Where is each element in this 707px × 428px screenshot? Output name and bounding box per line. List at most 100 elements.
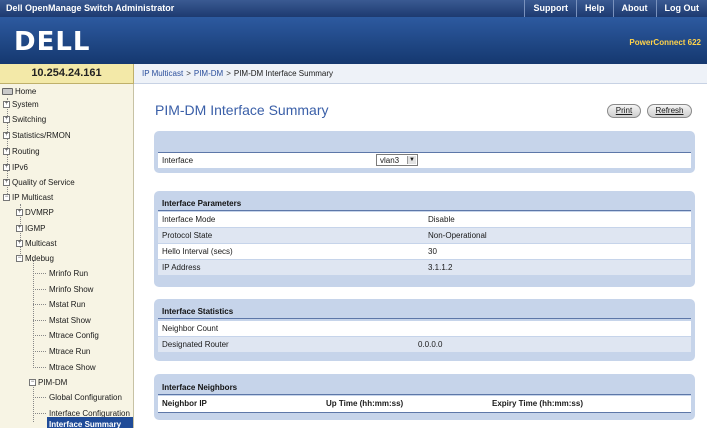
- sidebar-item-home[interactable]: Home: [2, 84, 36, 98]
- interface-parameters-panel: Interface Parameters Interface Mode Disa…: [154, 191, 695, 287]
- sidebar-label: Mtrace Config: [49, 330, 99, 340]
- print-button[interactable]: Print: [607, 104, 641, 118]
- interface-label: Interface: [162, 156, 194, 165]
- sidebar-label: Mstat Show: [49, 315, 91, 325]
- sidebar-item-interface-summary[interactable]: Interface Summary: [47, 417, 133, 428]
- tree-line: [33, 320, 46, 321]
- sidebar-label: Quality of Service: [12, 177, 75, 187]
- refresh-button[interactable]: Refresh: [647, 104, 692, 118]
- dell-logo: DELL: [14, 27, 91, 57]
- sidebar-label: DVMRP: [25, 207, 54, 217]
- device-address: 10.254.24.161: [0, 64, 134, 84]
- interface-select[interactable]: vlan3 ▼: [376, 154, 418, 166]
- expand-icon: +: [3, 115, 10, 123]
- collapse-icon: −: [29, 378, 36, 386]
- sidebar-item-switching[interactable]: + Switching: [3, 112, 46, 126]
- expand-icon: +: [3, 178, 10, 186]
- product-model: PowerConnect 622: [629, 38, 701, 47]
- sidebar-label: Mtrace Show: [49, 362, 96, 372]
- sidebar-item-mdebug[interactable]: − Mdebug: [16, 251, 54, 265]
- breadcrumb: IP Multicast > PIM-DM > PIM-DM Interface Sum…: [134, 64, 707, 84]
- tree-line: [33, 273, 46, 274]
- panel-heading: Interface Neighbors: [162, 383, 238, 392]
- panel-rule: [158, 318, 691, 319]
- interface-neighbors-panel: Interface Neighbors Neighbor IP Up Time …: [154, 374, 695, 420]
- sidebar-item-igmp[interactable]: + IGMP: [16, 221, 45, 235]
- table-row: IP Address 3.1.1.2: [158, 260, 691, 275]
- collapse-icon: −: [3, 193, 10, 201]
- row-label: Hello Interval (secs): [162, 247, 233, 256]
- page-title: PIM-DM Interface Summary: [155, 102, 329, 118]
- sidebar-item-mstat-run[interactable]: Mstat Run: [49, 297, 85, 311]
- expand-icon: +: [3, 131, 10, 139]
- panel-rule: [158, 394, 691, 395]
- sidebar-item-dvmrp[interactable]: + DVMRP: [16, 205, 54, 219]
- expand-icon: +: [16, 208, 23, 216]
- sidebar-item-global-configuration[interactable]: Global Configuration: [49, 390, 122, 404]
- row-label: Neighbor Count: [162, 324, 219, 333]
- sidebar-label: System: [12, 99, 39, 109]
- tree-line: [33, 397, 46, 398]
- sidebar-item-mtrace-run[interactable]: Mtrace Run: [49, 344, 90, 358]
- sidebar-item-mtrace-config[interactable]: Mtrace Config: [49, 328, 99, 342]
- tree-line: [33, 351, 46, 352]
- interface-select-value: vlan3: [380, 156, 400, 165]
- sidebar-item-system[interactable]: + System: [3, 97, 39, 111]
- sidebar-label: Statistics/RMON: [12, 130, 71, 140]
- interface-row: Interface vlan3 ▼: [158, 153, 691, 168]
- interface-statistics-panel: Interface Statistics Neighbor Count Desi…: [154, 299, 695, 361]
- row-value: 3.1.1.2: [428, 263, 453, 272]
- support-link[interactable]: Support: [524, 0, 576, 17]
- row-value: 30: [428, 247, 437, 256]
- chevron-down-icon: ▼: [407, 156, 416, 164]
- help-link[interactable]: Help: [575, 0, 613, 17]
- home-icon: [2, 87, 13, 95]
- tree-line: [33, 289, 46, 290]
- about-link[interactable]: About: [612, 0, 656, 17]
- row-value: Non-Operational: [428, 231, 487, 240]
- sidebar-item-qos[interactable]: + Quality of Service: [3, 175, 75, 189]
- breadcrumb-current: PIM-DM Interface Summary: [233, 69, 334, 78]
- collapse-icon: −: [16, 254, 23, 262]
- sidebar-item-ip-multicast[interactable]: − IP Multicast: [3, 190, 53, 204]
- sidebar-item-mstat-show[interactable]: Mstat Show: [49, 313, 91, 327]
- sidebar-label: Interface Summary: [49, 419, 122, 428]
- top-links: Support Help About Log Out: [524, 0, 707, 17]
- brand-banner: DELL PowerConnect 622: [0, 17, 707, 64]
- tree-line: [33, 413, 46, 414]
- sidebar-nav: Home + System + Switching + Statistics/RMON…: [0, 84, 134, 428]
- sidebar-item-pim-dm[interactable]: − PIM-DM: [29, 375, 67, 389]
- sidebar-item-routing[interactable]: + Routing: [3, 144, 40, 158]
- sidebar-label: Routing: [12, 146, 40, 156]
- panel-heading: Interface Statistics: [162, 307, 234, 316]
- sidebar-item-ipv6[interactable]: + IPv6: [3, 160, 28, 174]
- tree-line: [33, 335, 46, 336]
- row-label: Designated Router: [162, 340, 229, 349]
- breadcrumb-ip-multicast[interactable]: IP Multicast: [142, 69, 183, 78]
- sidebar-label: Switching: [12, 114, 47, 124]
- panel-rule: [158, 210, 691, 211]
- column-header: Expiry Time (hh:mm:ss): [492, 399, 583, 408]
- breadcrumb-pim-dm[interactable]: PIM-DM: [194, 69, 223, 78]
- expand-icon: +: [3, 100, 10, 108]
- sidebar-item-mtrace-show[interactable]: Mtrace Show: [49, 360, 96, 374]
- sidebar-item-mrinfo-show[interactable]: Mrinfo Show: [49, 282, 93, 296]
- expand-icon: +: [16, 239, 23, 247]
- sidebar-item-statistics[interactable]: + Statistics/RMON: [3, 128, 71, 142]
- row-value: 0.0.0.0: [418, 340, 443, 349]
- table-row: Interface Mode Disable: [158, 212, 691, 227]
- sidebar-label: PIM-DM: [38, 377, 68, 387]
- logout-link[interactable]: Log Out: [655, 0, 707, 17]
- sidebar-item-mrinfo-run[interactable]: Mrinfo Run: [49, 266, 88, 280]
- expand-icon: +: [16, 224, 23, 232]
- sidebar-label: IPv6: [12, 162, 29, 172]
- sidebar-label: Mstat Run: [49, 299, 86, 309]
- top-bar: Dell OpenManage Switch Administrator Sup…: [0, 0, 707, 17]
- column-header: Neighbor IP: [162, 399, 207, 408]
- column-header: Up Time (hh:mm:ss): [326, 399, 404, 408]
- sidebar-label: Global Configuration: [49, 392, 122, 402]
- table-row: Hello Interval (secs) 30: [158, 244, 691, 259]
- row-label: IP Address: [162, 263, 201, 272]
- table-header-row: Neighbor IP Up Time (hh:mm:ss) Expiry Ti…: [158, 396, 691, 412]
- sidebar-item-multicast[interactable]: + Multicast: [16, 236, 57, 250]
